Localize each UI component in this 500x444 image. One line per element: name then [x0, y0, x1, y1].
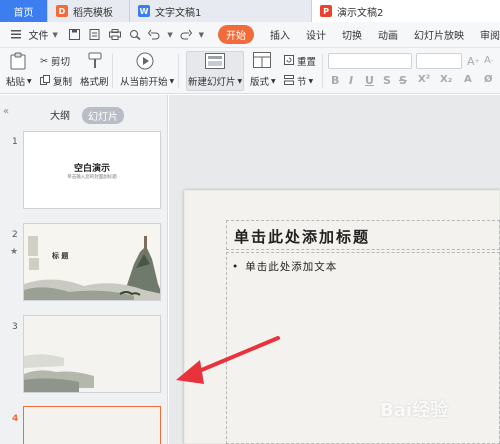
reset-label: 重置 — [297, 57, 317, 68]
animation-star-icon: ★ — [10, 247, 19, 257]
docer-icon: D — [56, 5, 68, 17]
paste-icon[interactable] — [9, 52, 27, 70]
font-color-icon[interactable]: A — [464, 74, 472, 85]
tab-writer-doc[interactable]: W 文字文稿1 — [130, 0, 312, 22]
play-icon[interactable] — [136, 52, 154, 70]
increase-font-icon[interactable]: A + — [467, 55, 480, 68]
slide-thumbnail-1[interactable]: 空白演示 单击输入您的封面副标题 — [23, 131, 161, 209]
slide-thumbnail-3[interactable] — [23, 315, 161, 393]
menu-bar: 文件 ▼ ▼ ▼ 开始 插入 设计 切换 动画 幻灯片放映 审阅 — [0, 22, 500, 48]
tab-label: 演示文稿2 — [337, 7, 384, 19]
slide-number: 3 — [12, 322, 18, 332]
tab-presentation[interactable]: P 演示文稿2 — [312, 0, 500, 22]
slide-number: 1 — [12, 137, 18, 147]
menu-insert[interactable]: 插入 — [270, 27, 290, 42]
thumbnail-subtitle: 单击输入您的封面副标题 — [67, 175, 117, 180]
reset-button[interactable]: 重置 — [284, 54, 316, 68]
slide-number: 2 — [12, 230, 18, 240]
font-size-select[interactable] — [416, 53, 462, 69]
bold-icon[interactable]: B — [331, 74, 339, 87]
baidu-watermark: Bai经验 — [380, 400, 449, 421]
tab-outline[interactable]: 大纲 — [50, 107, 70, 122]
divider — [322, 54, 323, 88]
layout-icon[interactable] — [253, 52, 271, 68]
subscript-icon[interactable]: X₂ — [440, 74, 452, 85]
strikethrough-icon[interactable]: S — [399, 74, 407, 87]
body-placeholder-text: 单击此处添加文本 — [245, 261, 338, 273]
tab-strip: 首页 D 稻壳模板 W 文字文稿1 P 演示文稿2 — [0, 0, 500, 22]
paste-button[interactable]: 粘贴 ▼ — [6, 74, 32, 88]
cut-label: 剪切 — [50, 57, 70, 68]
copy-button[interactable]: 复制 — [40, 74, 72, 88]
section-icon — [284, 74, 294, 88]
italic-icon[interactable]: I — [349, 74, 353, 87]
undo-icon[interactable] — [147, 28, 161, 42]
presentation-doc-icon: P — [320, 5, 332, 17]
menu-animation[interactable]: 动画 — [378, 27, 398, 42]
format-painter-label: 格式刷 — [80, 77, 109, 88]
copy-icon — [40, 74, 50, 88]
format-painter-icon[interactable] — [86, 52, 104, 70]
new-slide-icon — [205, 53, 225, 69]
tab-slides[interactable]: 幻灯片 — [82, 107, 124, 124]
format-painter-button[interactable]: 格式刷 — [80, 74, 109, 88]
chevron-down-icon[interactable]: ▼ — [53, 31, 58, 39]
red-annotation-arrow — [176, 336, 280, 384]
decrease-font-icon[interactable]: A- — [484, 55, 493, 66]
chevron-down-icon[interactable]: ▼ — [199, 31, 204, 39]
slide-number: 4 — [12, 414, 19, 424]
slide-body-placeholder[interactable]: • 单击此处添加文本 — [232, 259, 337, 274]
chevron-down-icon[interactable]: ▼ — [167, 31, 172, 39]
menu-transition[interactable]: 切换 — [342, 27, 362, 42]
clear-format-icon[interactable]: Ø — [484, 74, 493, 85]
redo-icon[interactable] — [179, 28, 193, 42]
collapse-panel-icon[interactable]: « — [3, 106, 9, 117]
menu-design[interactable]: 设计 — [306, 27, 326, 42]
cut-button[interactable]: ✂ 剪切 — [40, 54, 70, 69]
menu-start[interactable]: 开始 — [217, 25, 254, 44]
copy-label: 复制 — [53, 77, 73, 88]
tab-home-label: 首页 — [13, 7, 34, 19]
section-label: 节 — [297, 77, 307, 88]
writer-doc-icon: W — [138, 5, 150, 17]
underline-icon[interactable]: U — [365, 74, 374, 87]
layout-button[interactable]: 版式 ▼ — [250, 74, 276, 88]
section-button[interactable]: 节 ▼ — [284, 74, 313, 88]
tab-home[interactable]: 首页 — [0, 0, 48, 22]
slide-title-placeholder[interactable]: 单击此处添加标题 — [234, 226, 370, 247]
text-shadow-icon[interactable]: S — [383, 74, 391, 87]
reset-icon — [284, 54, 294, 68]
paste-label: 粘贴 — [6, 77, 26, 88]
thumbnail-title: 空白演示 — [73, 164, 110, 174]
print-icon[interactable] — [108, 28, 122, 42]
new-slide-label: 新建幻灯片 — [188, 77, 236, 88]
menu-slideshow[interactable]: 幻灯片放映 — [414, 27, 464, 42]
bullet-icon: • — [232, 261, 240, 273]
scissors-icon: ✂ — [40, 55, 48, 67]
slide-thumbnail-2[interactable]: 标 题 — [23, 223, 161, 301]
divider — [112, 54, 113, 88]
ink-landscape-image — [24, 236, 160, 300]
ink-landscape-image — [24, 354, 94, 392]
new-slide-label-wrap: 新建幻灯片 ▼ — [188, 74, 242, 88]
thumbnail-title: 标 题 — [52, 251, 69, 260]
print-preview-icon[interactable] — [128, 28, 142, 42]
tab-label: 稻壳模板 — [73, 7, 113, 19]
hamburger-menu-icon[interactable] — [9, 28, 23, 42]
tab-docer-templates[interactable]: D 稻壳模板 — [48, 0, 130, 22]
slide-thumbnail-4-selected[interactable] — [23, 406, 161, 444]
play-from-current-button[interactable]: 从当前开始 ▼ — [120, 74, 174, 88]
save-icon[interactable] — [68, 28, 82, 42]
layout-label: 版式 — [250, 77, 270, 88]
export-pdf-icon[interactable] — [88, 28, 102, 42]
superscript-icon[interactable]: X² — [418, 74, 430, 85]
file-menu[interactable]: 文件 — [29, 27, 49, 42]
tab-label: 文字文稿1 — [155, 7, 202, 19]
menu-review[interactable]: 审阅 — [480, 27, 500, 42]
font-name-select[interactable] — [328, 53, 412, 69]
play-from-current-label: 从当前开始 — [120, 77, 168, 88]
divider — [178, 54, 179, 88]
